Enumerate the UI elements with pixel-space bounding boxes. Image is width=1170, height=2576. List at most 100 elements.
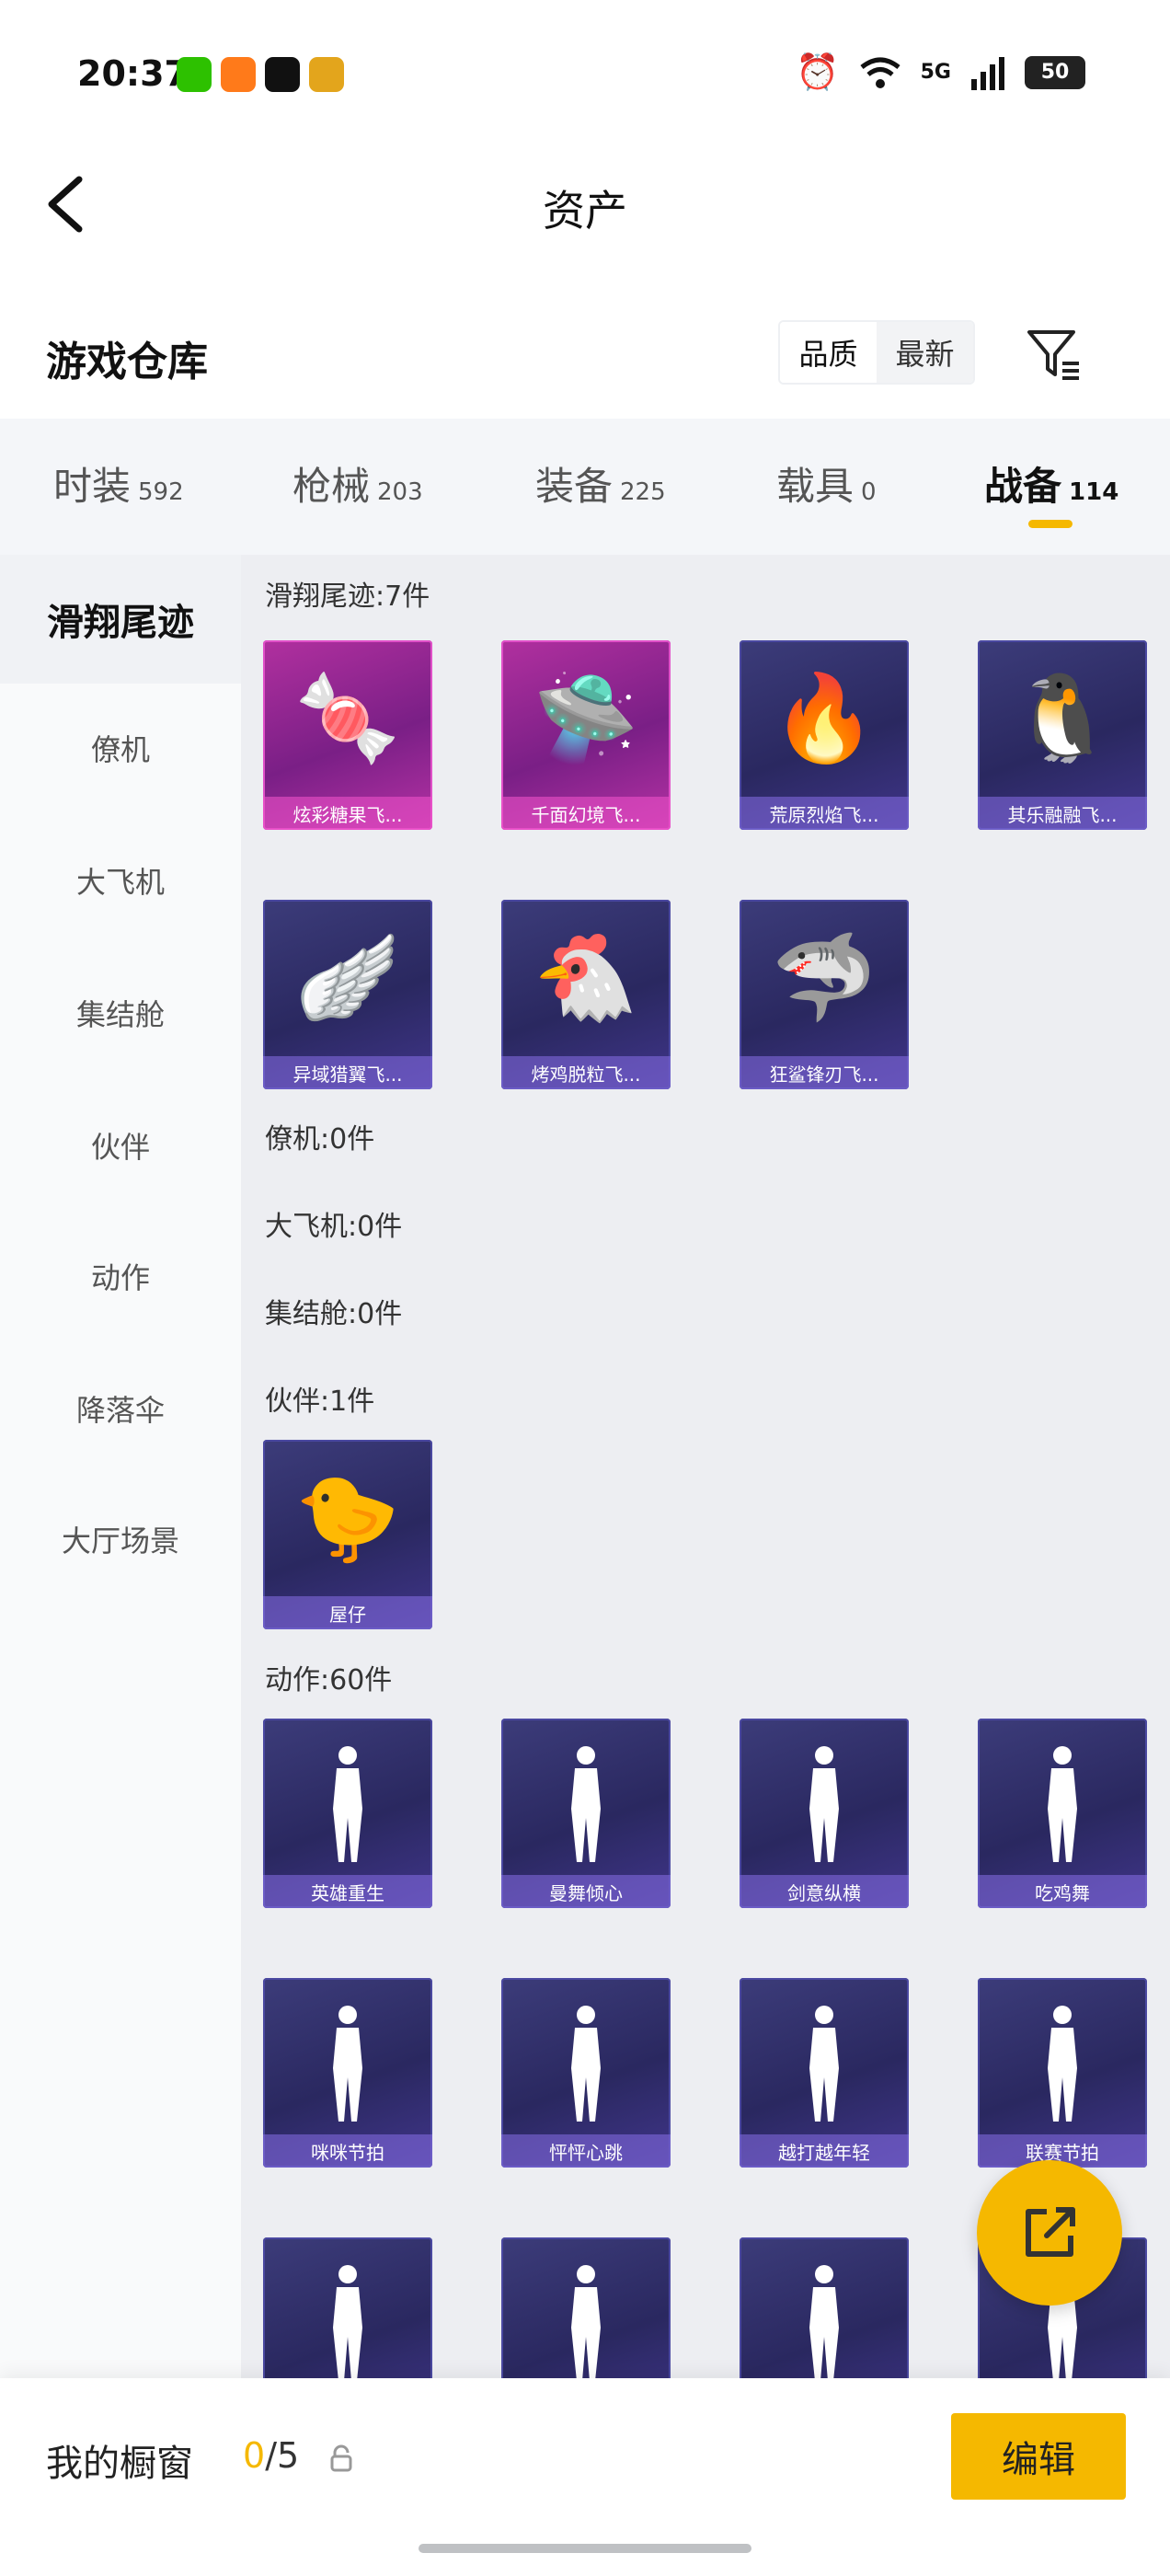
network-type: 5G xyxy=(920,61,951,84)
tab-weapons[interactable]: 枪械 203 xyxy=(292,455,423,512)
item-name: 千面幻境飞... xyxy=(501,797,671,830)
item-card[interactable]: 🦈 狂鲨锋刃飞... xyxy=(740,900,909,1089)
item-card[interactable]: 🪽 异域猎翼飞... xyxy=(263,900,432,1089)
wifi-icon xyxy=(860,57,900,88)
chicken-trail-icon: 🐔 xyxy=(533,928,639,1027)
item-card[interactable]: 剑意纵横 xyxy=(740,1719,909,1908)
item-card[interactable]: 吃鸡舞 xyxy=(978,1719,1147,1908)
tab-combat-gear[interactable]: 战备 114 xyxy=(984,455,1118,512)
douyin-notification-icon xyxy=(265,57,300,92)
item-card[interactable]: 🐔 烤鸡脱粒飞... xyxy=(501,900,671,1089)
top-nav: 资产 xyxy=(0,152,1170,262)
sidebar-item-plane[interactable]: 大飞机 xyxy=(0,816,241,945)
dancer-silhouette-icon xyxy=(571,1746,601,1862)
item-card[interactable]: 🔥 荒原烈焰飞... xyxy=(740,640,909,830)
item-card[interactable]: 🐤 屋仔 xyxy=(263,1440,432,1629)
tab-outfit[interactable]: 时装 592 xyxy=(53,455,184,512)
sidebar-item-lobby-scene[interactable]: 大厅场景 xyxy=(0,1475,241,1604)
item-name: 咪咪节拍 xyxy=(263,2134,432,2168)
dancer-silhouette-icon xyxy=(571,2006,601,2122)
dancer-silhouette-icon xyxy=(809,1746,839,1862)
sidebar-item-pod[interactable]: 集结舱 xyxy=(0,949,241,1077)
sidebar-item-emote[interactable]: 动作 xyxy=(0,1212,241,1340)
item-list: 滑翔尾迹:7件 🍬 炫彩糖果飞... 🛸 千面幻境飞... 🔥 荒原烈焰飞...… xyxy=(241,555,1170,2427)
sidebar-item-trail[interactable]: 滑翔尾迹 xyxy=(0,555,241,684)
sidebar-item-wingman[interactable]: 僚机 xyxy=(0,684,241,812)
tab-vehicles[interactable]: 载具 0 xyxy=(776,455,877,512)
dancer-silhouette-icon xyxy=(333,2006,362,2122)
warehouse-title: 游戏仓库 xyxy=(46,339,208,385)
status-time: 20:37 xyxy=(77,53,189,94)
wing-trail-icon: 🪽 xyxy=(294,928,401,1027)
item-card[interactable]: 🛸 千面幻境飞... xyxy=(501,640,671,830)
group-title-wingman: 僚机:0件 xyxy=(265,1123,375,1156)
item-card[interactable]: 曼舞倾心 xyxy=(501,1719,671,1908)
tab-count: 0 xyxy=(861,478,877,506)
tab-label: 载具 xyxy=(776,464,855,509)
sort-by-quality-button[interactable]: 品质 xyxy=(780,322,877,383)
item-card[interactable]: 怦怦心跳 xyxy=(501,1978,671,2168)
category-tabs: 时装 592 枪械 203 装备 225 载具 0 战备 114 xyxy=(0,419,1170,555)
item-name: 屋仔 xyxy=(263,1596,432,1629)
tab-equipment[interactable]: 装备 225 xyxy=(535,455,666,512)
subcategory-sidebar: 滑翔尾迹 僚机 大飞机 集结舱 伙伴 动作 降落伞 大厅场景 xyxy=(0,555,241,2395)
group-title-pod: 集结舱:0件 xyxy=(265,1298,403,1330)
group-title-emote: 动作:60件 xyxy=(265,1664,393,1696)
sort-toggle: 品质 最新 xyxy=(778,320,975,385)
status-bar: 20:37 ⏰ 5G 50 xyxy=(0,0,1170,152)
item-name: 吃鸡舞 xyxy=(978,1875,1147,1908)
wechat-notification-icon xyxy=(177,57,212,92)
sidebar-item-parachute[interactable]: 降落伞 xyxy=(0,1344,241,1473)
warehouse-header: 游戏仓库 品质 最新 xyxy=(0,262,1170,419)
share-icon xyxy=(1026,2207,1075,2257)
item-name: 狂鲨锋刃飞... xyxy=(740,1056,909,1089)
dancer-silhouette-icon xyxy=(333,1746,362,1862)
page-title: 资产 xyxy=(543,186,627,236)
edit-button[interactable]: 编辑 xyxy=(951,2413,1126,2500)
item-card[interactable]: 英雄重生 xyxy=(263,1719,432,1908)
game-notification-icon xyxy=(309,57,344,92)
bottom-bar: 我的橱窗 0/5 编辑 xyxy=(0,2378,1170,2576)
item-name: 炫彩糖果飞... xyxy=(263,797,432,830)
item-name: 烤鸡脱粒飞... xyxy=(501,1056,671,1089)
item-card[interactable]: 🐧 其乐融融飞... xyxy=(978,640,1147,830)
chick-partner-icon: 🐤 xyxy=(294,1468,401,1567)
dancer-silhouette-icon xyxy=(809,2006,839,2122)
filter-button[interactable] xyxy=(1026,327,1081,382)
tab-count: 114 xyxy=(1069,478,1119,506)
tab-label: 时装 xyxy=(53,464,132,509)
showcase-total: /5 xyxy=(265,2435,300,2476)
dancer-silhouette-icon xyxy=(809,2265,839,2381)
item-card[interactable]: 联赛节拍 xyxy=(978,1978,1147,2168)
tab-count: 203 xyxy=(377,478,423,506)
dancer-silhouette-icon xyxy=(333,2265,362,2381)
item-card[interactable]: 越打越年轻 xyxy=(740,1978,909,2168)
notification-icons xyxy=(177,57,344,92)
alarm-icon: ⏰ xyxy=(796,52,840,92)
showcase-count: 0/5 xyxy=(243,2435,299,2476)
penguin-trail-icon: 🐧 xyxy=(1009,669,1116,767)
item-name: 剑意纵横 xyxy=(740,1875,909,1908)
tab-count: 225 xyxy=(620,478,666,506)
sort-by-newest-button[interactable]: 最新 xyxy=(877,322,973,383)
item-card[interactable]: 咪咪节拍 xyxy=(263,1978,432,2168)
lock-icon xyxy=(327,2444,355,2472)
group-title-plane: 大飞机:0件 xyxy=(265,1211,403,1243)
item-name: 越打越年轻 xyxy=(740,2134,909,2168)
battery-icon: 50 xyxy=(1025,55,1085,89)
tab-label: 战备 xyxy=(984,464,1062,509)
system-status: ⏰ 5G 50 xyxy=(796,52,1085,93)
tab-count: 592 xyxy=(138,478,184,506)
candy-trail-icon: 🍬 xyxy=(294,669,401,767)
sidebar-item-partner[interactable]: 伙伴 xyxy=(0,1081,241,1210)
showcase-label: 我的橱窗 xyxy=(46,2443,193,2485)
dancer-silhouette-icon xyxy=(571,2265,601,2381)
shark-trail-icon: 🦈 xyxy=(771,928,878,1027)
item-name: 异域猎翼飞... xyxy=(263,1056,432,1089)
dancer-silhouette-icon xyxy=(1048,2006,1077,2122)
item-card[interactable]: 🍬 炫彩糖果飞... xyxy=(263,640,432,830)
item-name: 其乐融融飞... xyxy=(978,797,1147,830)
item-name: 怦怦心跳 xyxy=(501,2134,671,2168)
item-name: 荒原烈焰飞... xyxy=(740,797,909,830)
share-button[interactable] xyxy=(977,2160,1122,2306)
